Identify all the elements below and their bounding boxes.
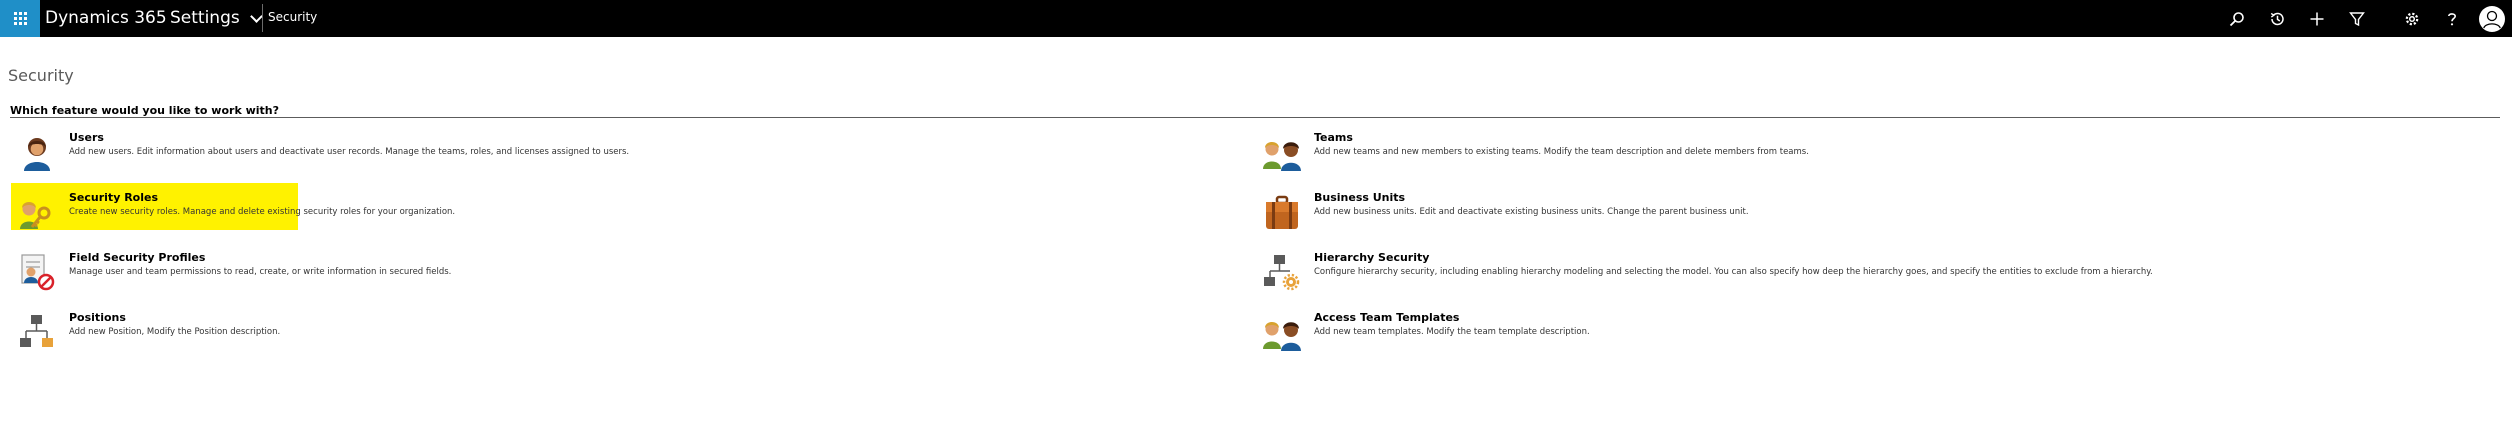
app-title[interactable]: Dynamics 365 bbox=[45, 6, 167, 30]
recent-icon[interactable] bbox=[2257, 0, 2297, 37]
section-divider bbox=[10, 117, 2500, 118]
feature-business-units-description: Add new business units. Edit and deactiv… bbox=[1314, 207, 1749, 217]
feature-teams-description: Add new teams and new members to existin… bbox=[1314, 147, 1809, 157]
feature-hierarchy-security-description: Configure hierarchy security, including … bbox=[1314, 267, 2153, 277]
feature-field-security-profiles-description: Manage user and team permissions to read… bbox=[69, 267, 452, 277]
gear-icon[interactable] bbox=[2392, 0, 2432, 37]
feature-security-roles-description: Create new security roles. Manage and de… bbox=[69, 207, 456, 217]
feature-positions-description: Add new Position, Modify the Position de… bbox=[69, 327, 281, 337]
filter-icon[interactable] bbox=[2337, 0, 2377, 37]
section-question: Which feature would you like to work wit… bbox=[10, 104, 279, 117]
waffle-icon bbox=[13, 12, 27, 25]
divider bbox=[262, 4, 263, 32]
positions-icon bbox=[20, 315, 53, 347]
feature-hierarchy-security-name[interactable]: Hierarchy Security bbox=[1314, 251, 1429, 265]
feature-business-units-name[interactable]: Business Units bbox=[1314, 191, 1405, 205]
top-navigation-bar: Dynamics 365 Settings Security bbox=[0, 0, 2512, 37]
teams-icon bbox=[1263, 142, 1301, 171]
business-units-icon bbox=[1266, 195, 1298, 229]
user-avatar-icon[interactable] bbox=[2472, 0, 2512, 37]
top-toolbar bbox=[2217, 0, 2512, 37]
feature-access-team-templates-name[interactable]: Access Team Templates bbox=[1314, 311, 1459, 325]
feature-users-description: Add new users. Edit information about us… bbox=[69, 147, 630, 157]
chevron-down-icon bbox=[249, 9, 263, 23]
field-security-icon bbox=[21, 254, 55, 291]
feature-positions-name[interactable]: Positions bbox=[69, 311, 126, 325]
access-team-templates-icon bbox=[1263, 322, 1301, 351]
page-title: Security bbox=[8, 66, 74, 85]
feature-field-security-profiles-name[interactable]: Field Security Profiles bbox=[69, 251, 205, 265]
feature-users-name[interactable]: Users bbox=[69, 131, 104, 145]
breadcrumb[interactable]: Security bbox=[268, 9, 317, 26]
add-icon[interactable] bbox=[2297, 0, 2337, 37]
settings-label: Settings bbox=[170, 8, 240, 28]
hierarchy-icon bbox=[1264, 255, 1300, 291]
user-icon bbox=[24, 138, 50, 171]
search-icon[interactable] bbox=[2217, 0, 2257, 37]
feature-teams-name[interactable]: Teams bbox=[1314, 131, 1353, 145]
security-roles-icon bbox=[20, 202, 51, 229]
app-launcher-button[interactable] bbox=[0, 0, 40, 37]
settings-menu[interactable]: Settings bbox=[170, 6, 263, 30]
feature-access-team-templates-description: Add new team templates. Modify the team … bbox=[1314, 327, 1590, 337]
feature-security-roles-name[interactable]: Security Roles bbox=[69, 191, 158, 205]
help-icon[interactable] bbox=[2432, 0, 2472, 37]
